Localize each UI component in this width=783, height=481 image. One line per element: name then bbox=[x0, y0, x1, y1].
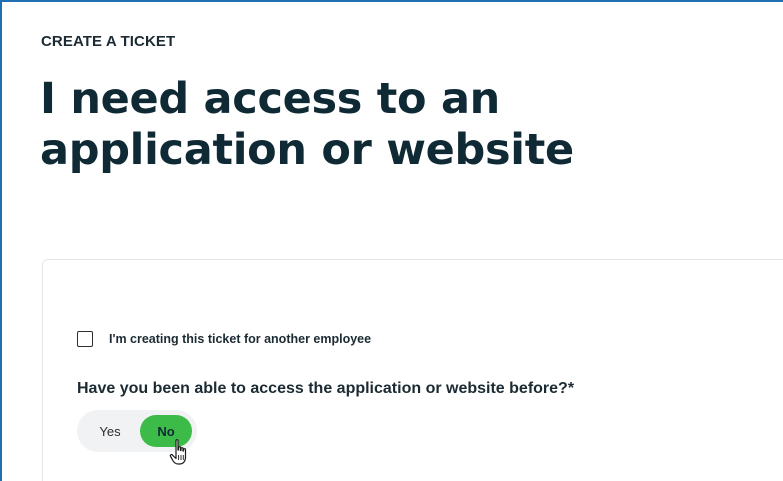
toggle-yes-option[interactable]: Yes bbox=[85, 415, 135, 447]
ticket-form-card: I'm creating this ticket for another emp… bbox=[42, 259, 783, 481]
page-eyebrow: CREATE A TICKET bbox=[41, 33, 176, 50]
page-title: I need access to an application or websi… bbox=[40, 74, 574, 175]
other-employee-checkbox-label[interactable]: I'm creating this ticket for another emp… bbox=[109, 332, 371, 346]
page-frame: CREATE A TICKET I need access to an appl… bbox=[0, 0, 783, 481]
access-before-question: Have you been able to access the applica… bbox=[77, 380, 575, 397]
other-employee-checkbox[interactable] bbox=[77, 331, 93, 347]
other-employee-checkbox-row[interactable]: I'm creating this ticket for another emp… bbox=[77, 331, 371, 347]
hand-pointer-icon bbox=[169, 439, 187, 465]
